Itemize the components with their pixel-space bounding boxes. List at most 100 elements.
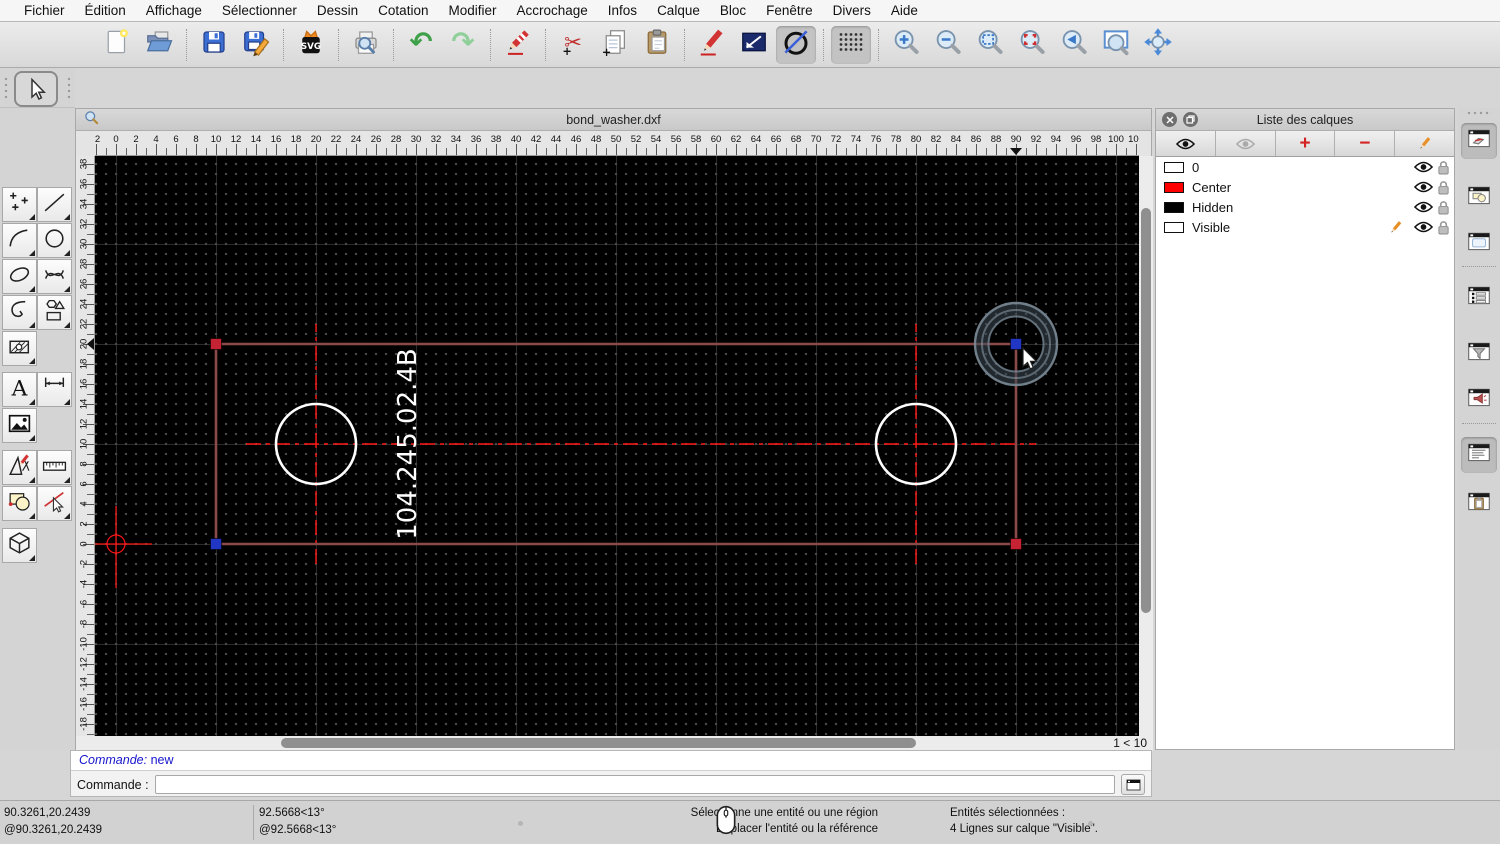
save-as-button[interactable]	[236, 26, 276, 64]
zoom-previous-button[interactable]	[1054, 26, 1094, 64]
save-button[interactable]	[194, 26, 234, 64]
dimension-tool-button[interactable]	[37, 372, 72, 407]
h-ruler-label: 8	[193, 134, 198, 145]
svg-export-button[interactable]: SVG	[291, 26, 331, 64]
dock-block-list-icon	[1466, 183, 1492, 214]
cut-button[interactable]: ✂+	[553, 26, 593, 64]
zoom-auto-button[interactable]	[970, 26, 1010, 64]
command-input[interactable]	[155, 775, 1115, 794]
cut-icon: ✂+	[558, 27, 588, 62]
ellipse-tool-button[interactable]	[2, 259, 37, 294]
dock-library-browser-button[interactable]	[1461, 226, 1497, 262]
h-ruler-label: 74	[851, 134, 862, 145]
layer-row-visible[interactable]: Visible	[1156, 217, 1454, 237]
zoom-in-button[interactable]	[886, 26, 926, 64]
menu-aide[interactable]: Aide	[881, 0, 928, 22]
layer-lock-icon[interactable]	[1437, 220, 1450, 240]
dock-layer-list-button[interactable]	[1461, 123, 1497, 159]
circle-line-button[interactable]	[776, 26, 816, 64]
polyline-tool-button[interactable]	[2, 295, 37, 330]
arc-tool-button[interactable]	[2, 223, 37, 258]
menu-fichier[interactable]: Fichier	[14, 0, 75, 22]
layer-row-hidden[interactable]: Hidden	[1156, 197, 1454, 217]
hide-all-layers-button[interactable]	[1216, 131, 1276, 156]
hatch-tool-button[interactable]	[2, 331, 37, 366]
copy-button[interactable]: +	[595, 26, 635, 64]
layer-row-0[interactable]: 0	[1156, 157, 1454, 177]
dock-block-list-button[interactable]	[1461, 180, 1497, 216]
paste-button[interactable]	[637, 26, 677, 64]
edit-layer-button[interactable]	[1395, 131, 1454, 156]
close-panel-button[interactable]	[1162, 112, 1177, 127]
dock-media-button[interactable]	[1461, 382, 1497, 418]
menu-cotation[interactable]: Cotation	[368, 0, 438, 22]
grid-button[interactable]	[831, 26, 871, 64]
float-panel-button[interactable]	[1183, 112, 1198, 127]
delete-entities-button[interactable]	[498, 26, 538, 64]
v-ruler-label: -16	[79, 697, 90, 711]
box3d-tool-button[interactable]	[2, 528, 37, 563]
menu-dessin[interactable]: Dessin	[307, 0, 368, 22]
drawing-window-titlebar[interactable]: bond_washer.dxf	[76, 109, 1151, 131]
dock-filter-button[interactable]	[1461, 336, 1497, 372]
select-entity-tool-button[interactable]	[37, 486, 72, 521]
drawing-canvas[interactable]: 104.245.02.4B	[95, 156, 1139, 736]
menu-infos[interactable]: Infos	[598, 0, 647, 22]
menu-fenetre[interactable]: Fenêtre	[756, 0, 823, 22]
text-tool-button[interactable]: A	[2, 372, 37, 407]
layer-row-center[interactable]: Center	[1156, 177, 1454, 197]
zoom-out-button[interactable]	[928, 26, 968, 64]
print-preview-button[interactable]	[346, 26, 386, 64]
zoom-extents-button[interactable]	[1012, 26, 1052, 64]
menu-calque[interactable]: Calque	[647, 0, 710, 22]
drawing-annotation: 104.245.02.4B	[393, 348, 423, 540]
dock-entity-list-button[interactable]	[1461, 280, 1497, 316]
remove-layer-button[interactable]: −	[1335, 131, 1395, 156]
add-layer-button[interactable]: +	[1276, 131, 1336, 156]
menu-selectionner[interactable]: Sélectionner	[212, 0, 307, 22]
menu-bloc[interactable]: Bloc	[710, 0, 756, 22]
line-tool-button[interactable]	[37, 187, 72, 222]
detach-command-button[interactable]	[1121, 774, 1145, 795]
vertical-scrollbar-thumb[interactable]	[1141, 208, 1151, 613]
dock-clipboard-widget-button[interactable]	[1461, 486, 1497, 522]
redo-button[interactable]: ↷	[443, 26, 483, 64]
h-ruler-label: 22	[331, 134, 342, 145]
horizontal-scrollbar-thumb[interactable]	[281, 738, 916, 748]
layers-panel: Liste des calques +− 0CenterHiddenVisibl…	[1155, 108, 1455, 750]
open-file-button[interactable]	[139, 26, 179, 64]
vertical-scrollbar[interactable]	[1139, 156, 1153, 736]
dock-command-widget-button[interactable]	[1461, 437, 1497, 473]
select-arrow-button[interactable]	[14, 71, 58, 107]
menu-edition[interactable]: Édition	[75, 0, 136, 22]
drawing-window: bond_washer.dxf -20246810121416182022242…	[75, 108, 1152, 750]
points-tool-button[interactable]	[2, 187, 37, 222]
hint-right-click: Déplacer l'entité ou la référence	[716, 823, 878, 835]
block-tool-button[interactable]	[2, 486, 37, 521]
h-ruler-label: 18	[291, 134, 302, 145]
angle-absolute: 92.5668<13°	[259, 807, 325, 819]
modify-tool-button[interactable]	[2, 450, 37, 485]
zoom-pan-button[interactable]	[1138, 26, 1178, 64]
menu-divers[interactable]: Divers	[823, 0, 881, 22]
polygon-tool-button[interactable]	[37, 295, 72, 330]
zoom-window-button[interactable]	[1096, 26, 1136, 64]
line-properties-button[interactable]	[734, 26, 774, 64]
show-all-layers-button[interactable]	[1156, 131, 1216, 156]
new-file-button[interactable]	[97, 26, 137, 64]
pen-attributes-button[interactable]	[692, 26, 732, 64]
circle-tool-button[interactable]	[37, 223, 72, 258]
layer-visibility-icon[interactable]	[1414, 220, 1433, 239]
horizontal-scrollbar[interactable]: 1 < 10	[76, 736, 1153, 751]
measure-tool-button[interactable]	[37, 450, 72, 485]
undo-button[interactable]: ↶	[401, 26, 441, 64]
selection-handle-red	[211, 339, 222, 350]
image-tool-button[interactable]	[2, 408, 37, 443]
menu-accrochage[interactable]: Accrochage	[506, 0, 597, 22]
menu-affichage[interactable]: Affichage	[136, 0, 212, 22]
v-ruler-label: 22	[79, 317, 90, 331]
spline-tool-button[interactable]	[37, 259, 72, 294]
submenu-indicator	[29, 555, 35, 561]
layer-color-swatch	[1164, 202, 1184, 213]
menu-modifier[interactable]: Modifier	[438, 0, 506, 22]
